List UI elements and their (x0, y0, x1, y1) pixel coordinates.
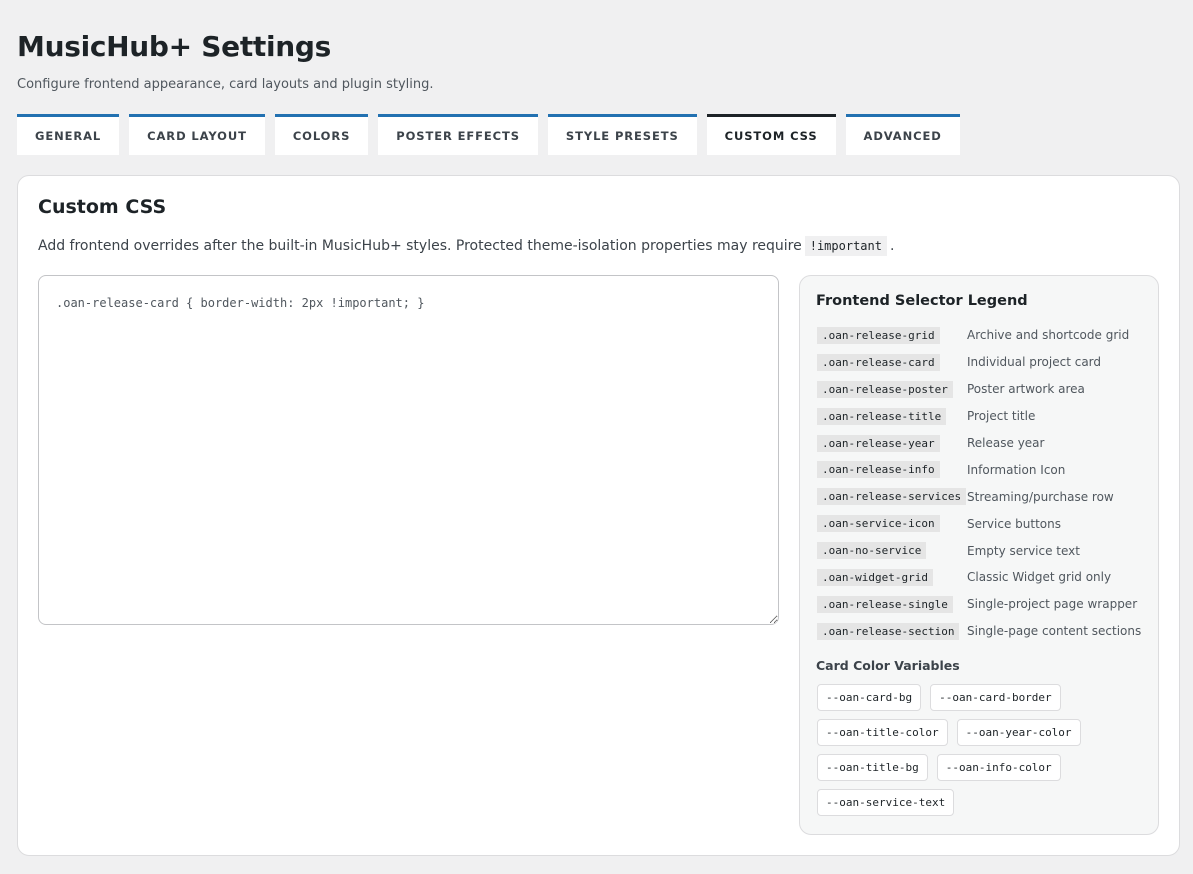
selector-code: .oan-release-poster (817, 380, 953, 398)
selector-row: .oan-service-icon Service buttons (817, 510, 1147, 537)
selector-code: .oan-widget-grid (817, 568, 933, 586)
selector-code: .oan-release-single (817, 595, 953, 613)
selector-row: .oan-release-title Project title (817, 403, 1147, 430)
selector-row: .oan-widget-grid Classic Widget grid onl… (817, 564, 1147, 591)
variable-chip: --oan-info-color (936, 754, 1061, 781)
selector-description: Project title (967, 409, 1036, 424)
variable-chip: --oan-title-bg (817, 754, 928, 781)
selector-description: Individual project card (967, 355, 1102, 370)
description-text: Add frontend overrides after the built-i… (38, 238, 802, 254)
selector-description: Classic Widget grid only (967, 570, 1112, 585)
selector-description: Poster artwork area (967, 382, 1085, 397)
selector-description: Archive and shortcode grid (967, 328, 1130, 343)
selector-list: .oan-release-grid Archive and shortcode … (817, 322, 1147, 645)
selector-row: .oan-release-services Streaming/purchase… (817, 483, 1147, 510)
selector-code: .oan-release-card (817, 353, 940, 371)
panel-title: Custom CSS (38, 196, 167, 218)
page-title: MusicHub+ Settings (17, 30, 332, 63)
selector-code: .oan-release-title (817, 407, 947, 425)
selector-description: Streaming/purchase row (967, 489, 1114, 504)
variable-chip: --oan-service-text (817, 789, 955, 816)
selector-code: .oan-release-year (817, 434, 940, 452)
selector-description: Information Icon (967, 462, 1066, 477)
selector-code: .oan-release-info (817, 461, 940, 479)
selector-code: .oan-release-section (817, 622, 960, 640)
selector-legend: Frontend Selector Legend .oan-release-gr… (799, 275, 1159, 835)
selector-row: .oan-release-info Information Icon (817, 456, 1147, 483)
selector-row: .oan-no-service Empty service text (817, 537, 1147, 564)
selector-description: Empty service text (967, 543, 1080, 558)
important-code: !important (804, 236, 887, 256)
tab-poster-effects[interactable]: POSTER EFFECTS (378, 114, 538, 155)
selector-row: .oan-release-section Single-page content… (817, 618, 1147, 645)
custom-css-panel: Custom CSS Add frontend overrides after … (17, 175, 1180, 856)
selector-description: Service buttons (967, 516, 1061, 531)
color-variables: --oan-card-bg --oan-card-border --oan-ti… (817, 684, 1147, 816)
tab-advanced[interactable]: ADVANCED (845, 114, 960, 155)
tab-general[interactable]: GENERAL (17, 114, 120, 155)
custom-css-editor[interactable] (38, 275, 779, 625)
panel-description: Add frontend overrides after the built-i… (38, 236, 894, 256)
selector-code: .oan-service-icon (817, 515, 940, 533)
selector-row: .oan-release-poster Poster artwork area (817, 376, 1147, 403)
selector-row: .oan-release-grid Archive and shortcode … (817, 322, 1147, 349)
selector-description: Single-project page wrapper (967, 597, 1138, 612)
tab-card-layout[interactable]: CARD LAYOUT (129, 114, 265, 155)
selector-code: .oan-release-services (817, 488, 967, 506)
selector-row: .oan-release-single Single-project page … (817, 591, 1147, 618)
selector-row: .oan-release-card Individual project car… (817, 349, 1147, 376)
selector-code: .oan-no-service (817, 542, 927, 560)
selector-code: .oan-release-grid (817, 326, 940, 344)
variable-chip: --oan-card-border (930, 684, 1061, 711)
variable-chip: --oan-year-color (956, 719, 1081, 746)
vars-title: Card Color Variables (816, 658, 960, 673)
variable-chip: --oan-title-color (817, 719, 948, 746)
page-subtitle: Configure frontend appearance, card layo… (17, 77, 434, 92)
selector-row: .oan-release-year Release year (817, 430, 1147, 457)
tab-colors[interactable]: COLORS (274, 114, 369, 155)
settings-tabs: GENERAL CARD LAYOUT COLORS POSTER EFFECT… (17, 114, 960, 155)
variable-chip: --oan-card-bg (817, 684, 922, 711)
legend-title: Frontend Selector Legend (816, 293, 1028, 309)
tab-style-presets[interactable]: STYLE PRESETS (547, 114, 697, 155)
tab-custom-css[interactable]: CUSTOM CSS (706, 114, 836, 155)
selector-description: Release year (967, 436, 1045, 450)
description-end: . (889, 238, 895, 254)
selector-description: Single-page content sections (967, 624, 1142, 639)
